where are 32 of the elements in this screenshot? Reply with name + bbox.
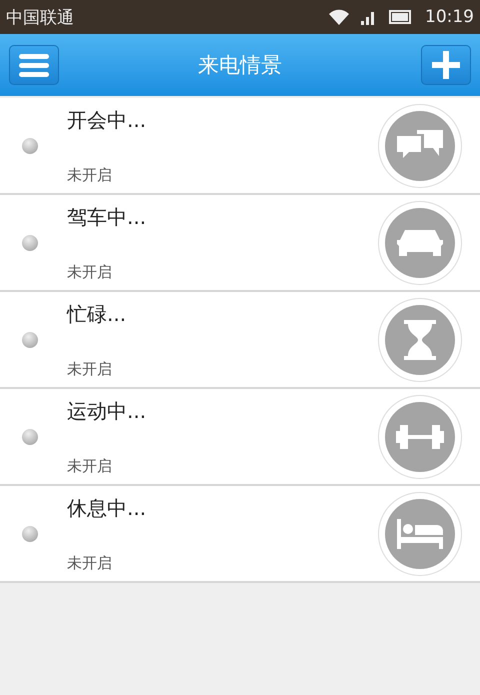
- clock-time: 10:19: [425, 7, 474, 27]
- scene-status: 未开启: [67, 262, 113, 282]
- scene-row[interactable]: 开会中... 未开启: [0, 98, 480, 195]
- menu-icon: [19, 53, 49, 77]
- menu-button[interactable]: [9, 45, 59, 85]
- bed-icon: [395, 516, 445, 550]
- battery-icon: [389, 10, 413, 24]
- scene-row[interactable]: 运动中... 未开启: [0, 389, 480, 486]
- scene-title: 运动中...: [67, 398, 148, 424]
- scene-status: 未开启: [67, 456, 113, 476]
- status-dot[interactable]: [22, 526, 38, 542]
- scene-title: 忙碌...: [67, 300, 128, 328]
- status-dot[interactable]: [22, 332, 38, 348]
- plus-icon: [432, 51, 460, 79]
- scene-status: 未开启: [67, 360, 113, 378]
- scene-status: 未开启: [67, 166, 113, 184]
- status-dot[interactable]: [22, 138, 38, 154]
- scene-title: 开会中...: [67, 106, 148, 134]
- carrier-name: 中国联通: [6, 6, 74, 28]
- scene-row[interactable]: 休息中... 未开启: [0, 486, 480, 583]
- hourglass-icon: [402, 318, 438, 362]
- scene-row[interactable]: 忙碌... 未开启: [0, 292, 480, 389]
- scene-title: 驾车中...: [67, 204, 148, 230]
- page-title: 来电情景: [198, 52, 282, 79]
- wifi-icon: [329, 9, 349, 25]
- signal-icon: [361, 9, 377, 25]
- scene-row[interactable]: 驾车中... 未开启: [0, 195, 480, 292]
- scene-title: 休息中...: [67, 494, 148, 522]
- status-dot[interactable]: [22, 234, 38, 250]
- scene-status: 未开启: [67, 554, 113, 572]
- add-button[interactable]: [421, 45, 471, 85]
- status-dot[interactable]: [22, 428, 38, 444]
